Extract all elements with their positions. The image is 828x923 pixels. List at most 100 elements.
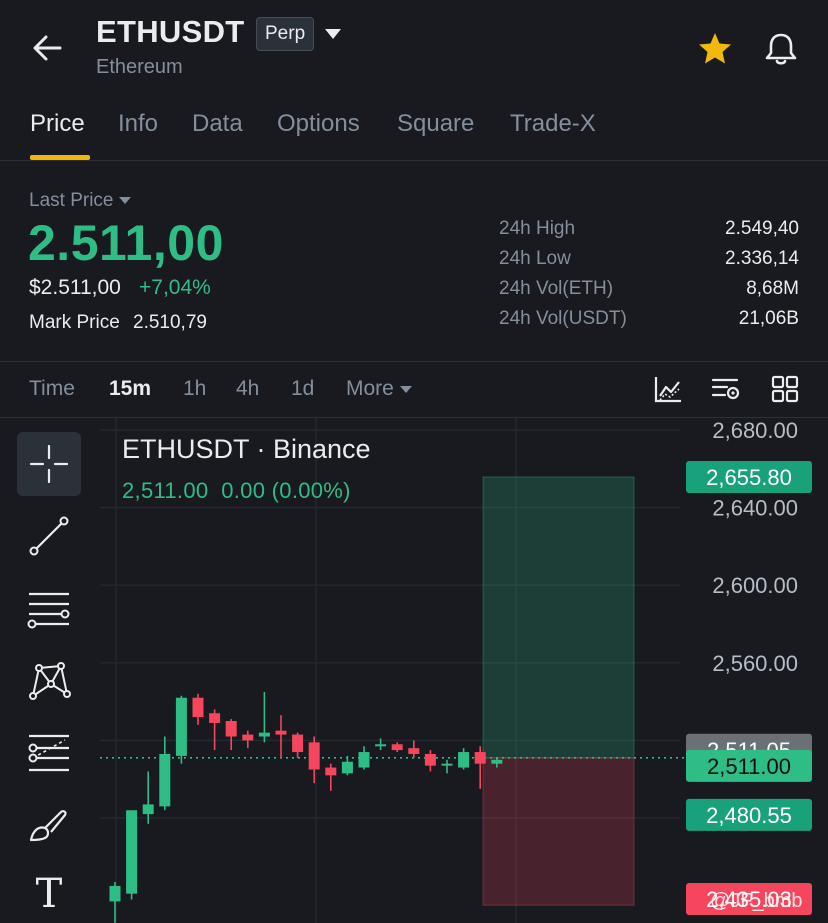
price-change-percent: +7,04%	[139, 276, 211, 299]
candle	[358, 746, 370, 770]
candle	[292, 732, 304, 758]
symbol-subtitle: Ethereum	[96, 56, 183, 78]
chart-area[interactable]: 2,680.00 2,640.00 2,600.00 2,560.00 2,655.80…	[0, 418, 828, 923]
candle-body	[391, 744, 403, 751]
price-tag-last: 2,511.00	[686, 749, 812, 782]
candle	[209, 709, 221, 751]
candle-body	[225, 721, 237, 737]
stat-label-24h-high: 24h High	[499, 218, 576, 239]
candle-body	[441, 763, 453, 766]
timeframe-bar: Time 15m 1h 4h 1d More	[0, 362, 828, 418]
candle	[126, 810, 138, 900]
candle-body	[424, 753, 436, 766]
candle	[408, 740, 420, 758]
candle-body	[491, 759, 503, 764]
candle	[225, 719, 237, 751]
grid-layout-icon[interactable]	[770, 374, 800, 404]
candle-body	[458, 752, 470, 768]
candle-body	[308, 742, 320, 770]
stat-label-24h-low: 24h Low	[499, 248, 571, 269]
stat-value-24h-high: 2.549,40	[725, 218, 799, 239]
timeframe-more[interactable]: More	[346, 377, 412, 401]
y-axis-tick-label: 2,640.00	[712, 496, 798, 521]
candle	[325, 763, 337, 791]
candle	[142, 771, 154, 824]
candle-body	[159, 753, 171, 807]
candle	[341, 755, 353, 776]
header: ETHUSDT Perp Ethereum	[0, 0, 828, 95]
candle-body	[375, 744, 387, 747]
candle-body	[358, 752, 370, 768]
candle	[308, 736, 320, 784]
y-axis-tick-label: 2,680.00	[712, 418, 798, 443]
y-axis-tick-label: 2,600.00	[712, 573, 798, 598]
candle-body	[292, 734, 304, 753]
bell-icon[interactable]	[760, 28, 802, 70]
candle	[175, 695, 187, 764]
crosshair-tool[interactable]	[17, 432, 81, 496]
timeframe-1h[interactable]: 1h	[183, 377, 206, 401]
candle	[424, 750, 436, 772]
drawing-toolbar: T	[0, 418, 100, 923]
pattern-tool[interactable]	[17, 648, 81, 712]
text-tool-glyph: T	[35, 871, 63, 917]
candle	[258, 691, 270, 743]
candle-body	[408, 748, 420, 754]
candle-body	[192, 697, 204, 718]
tab-trade-x[interactable]: Trade-X	[510, 110, 596, 138]
brush-tool[interactable]	[17, 792, 81, 856]
fibonacci-tool[interactable]	[17, 720, 81, 784]
candle-body	[126, 810, 138, 894]
candle-body	[142, 804, 154, 815]
candle-body	[242, 734, 254, 741]
chart-title: ETHUSDT · Binance	[122, 434, 371, 464]
stat-value-24h-vol-eth: 8,68M	[746, 278, 799, 299]
last-price-label: Last Price	[29, 190, 114, 211]
caret-down-icon	[119, 197, 132, 205]
price-tag-target: 2,655.80	[686, 460, 812, 493]
timeframe-time[interactable]: Time	[29, 377, 75, 401]
candle-body	[258, 732, 270, 737]
star-icon[interactable]	[694, 28, 736, 70]
indicator-icon[interactable]	[653, 374, 683, 404]
candle-body	[175, 697, 187, 756]
trend-line-icon	[29, 516, 69, 556]
caret-down-icon	[399, 385, 412, 393]
timeframe-more-label: More	[346, 377, 394, 400]
candle-body	[325, 767, 337, 776]
stat-label-24h-vol-usdt: 24h Vol(USDT)	[499, 308, 627, 329]
price-tag-text: 2,480.55	[706, 803, 792, 828]
tab-price[interactable]: Price	[30, 110, 85, 138]
tab-square[interactable]: Square	[397, 110, 474, 138]
candle	[458, 748, 470, 770]
watermark-text: @JF_bmb	[710, 890, 803, 912]
usd-price: $2.511,00	[29, 276, 121, 299]
timeframe-1d[interactable]: 1d	[291, 377, 314, 401]
back-arrow-icon[interactable]	[28, 28, 68, 68]
tab-bar: Price Info Data Options Square Trade-X	[0, 100, 828, 161]
candle-body	[209, 713, 221, 723]
price-tag-text: 2,655.80	[706, 465, 792, 490]
brush-icon	[29, 810, 67, 842]
price-stats: Last Price 2.511,00 $2.511,00 +7,04% Mar…	[0, 162, 828, 362]
timeframe-4h[interactable]: 4h	[236, 377, 259, 401]
timeframe-15m[interactable]: 15m	[109, 377, 151, 401]
candle-body	[275, 730, 287, 735]
caret-down-icon[interactable]	[322, 26, 344, 42]
perp-badge: Perp	[256, 17, 315, 51]
trend-line-tool[interactable]	[17, 504, 81, 568]
horizontal-lines-tool[interactable]	[17, 576, 81, 640]
candle	[159, 736, 171, 811]
tab-options[interactable]: Options	[277, 110, 360, 138]
text-tool[interactable]: T	[17, 862, 81, 923]
tab-info[interactable]: Info	[118, 110, 158, 138]
chart-settings-icon[interactable]	[711, 374, 741, 404]
active-tab-indicator	[30, 155, 90, 160]
ohlc-change: 0.00 (0.00%)	[221, 478, 351, 503]
tab-data[interactable]: Data	[192, 110, 243, 138]
pattern-icon	[29, 662, 71, 700]
mark-price-label: Mark Price	[29, 312, 120, 333]
last-price-selector[interactable]: Last Price	[29, 190, 132, 212]
symbol-title[interactable]: ETHUSDT	[96, 14, 245, 50]
ohlc-price: 2,511.00	[122, 478, 209, 503]
